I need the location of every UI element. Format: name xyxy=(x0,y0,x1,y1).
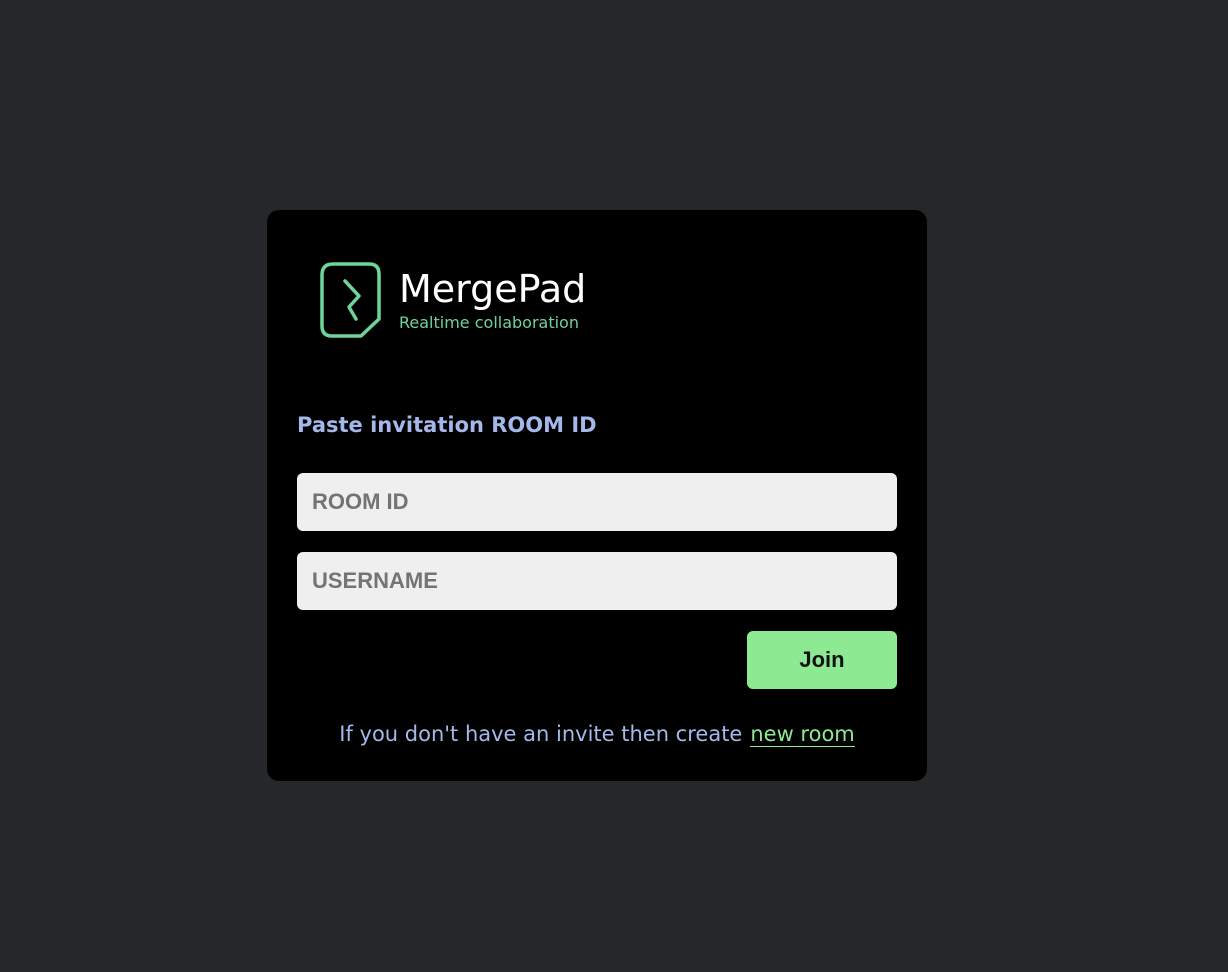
brand-name: MergePad xyxy=(399,267,587,311)
room-id-input[interactable] xyxy=(297,473,897,531)
brand-logo: MergePad Realtime collaboration xyxy=(319,261,586,339)
username-input[interactable] xyxy=(297,552,897,610)
room-id-heading: Paste invitation ROOM ID xyxy=(297,413,597,437)
join-button[interactable]: Join xyxy=(747,631,897,689)
brand-tagline: Realtime collaboration xyxy=(399,313,579,332)
new-room-link[interactable]: new room xyxy=(750,722,855,747)
create-room-text: If you don't have an invite then create xyxy=(339,722,743,746)
mergepad-logo-icon xyxy=(320,262,381,338)
create-room-prompt: If you don't have an invite then create n… xyxy=(267,722,927,747)
join-room-card: MergePad Realtime collaboration Paste in… xyxy=(267,210,927,781)
brand-text: MergePad Realtime collaboration xyxy=(399,267,586,333)
